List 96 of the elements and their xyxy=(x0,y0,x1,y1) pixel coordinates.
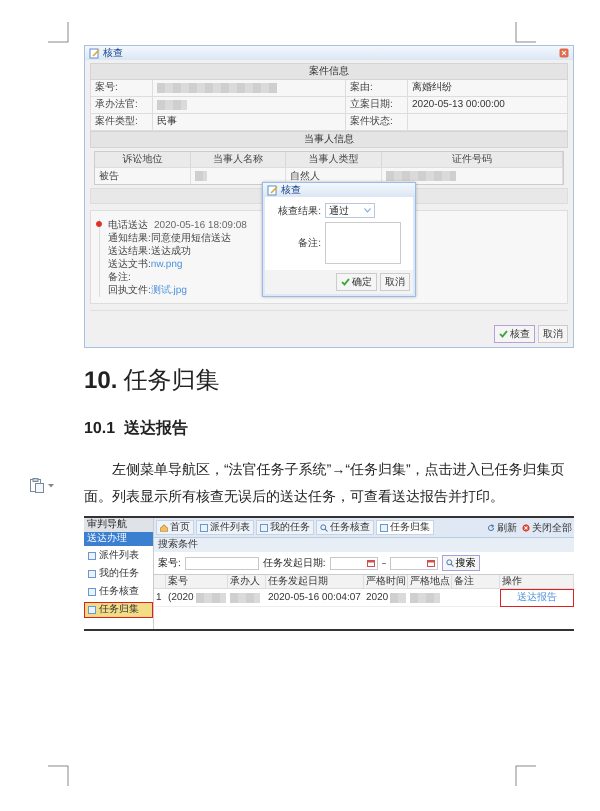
close-icon[interactable] xyxy=(559,48,569,58)
page-icon xyxy=(200,524,208,532)
table-cell-text: 2020 xyxy=(366,590,388,604)
column-header: 严格时间 xyxy=(364,575,408,589)
case-number-field[interactable] xyxy=(184,556,259,570)
field-label: 核查结果: xyxy=(277,204,321,218)
section-header: 当事人信息 xyxy=(90,131,568,148)
dialog-button[interactable]: 取消 xyxy=(380,273,410,291)
note-field[interactable] xyxy=(325,222,401,264)
field-value: 民事 xyxy=(157,114,177,129)
date-field[interactable] xyxy=(330,556,378,570)
column-header: 当事人类型 xyxy=(286,152,382,167)
calendar-icon xyxy=(366,559,375,567)
column-header: 操作 xyxy=(500,575,574,589)
dialog-button[interactable]: 确定 xyxy=(336,273,377,291)
row-number: 1 xyxy=(154,589,166,607)
paste-options-button[interactable] xyxy=(30,478,54,493)
table-cell-text: (2020 xyxy=(168,590,194,604)
caret-icon xyxy=(48,484,54,488)
column-header: 诉讼地位 xyxy=(95,152,190,167)
list-icon xyxy=(88,606,96,614)
list-icon xyxy=(88,588,96,596)
tab[interactable]: 我的任务 xyxy=(256,520,314,535)
section-header: 案件信息 xyxy=(90,63,568,80)
date-field[interactable] xyxy=(390,556,438,570)
window-title: 核查 xyxy=(103,46,123,60)
field-label: 案由: xyxy=(346,80,408,97)
toolbar-button[interactable]: 刷新 xyxy=(487,520,517,534)
chapter-heading: 10. 任务归集 xyxy=(84,366,220,396)
field-label: 立案日期: xyxy=(346,97,408,114)
calendar-icon xyxy=(426,559,435,567)
list-icon xyxy=(88,570,96,578)
sidebar-section[interactable]: 送达办理 xyxy=(84,532,153,546)
status-dot xyxy=(96,221,102,227)
header-cell xyxy=(154,575,166,589)
panel-title: 搜索条件 xyxy=(154,538,574,552)
column-header: 案号 xyxy=(166,575,228,589)
entry-label: 送达文书: xyxy=(108,259,151,270)
close-icon xyxy=(522,524,530,532)
column-header: 严格地点 xyxy=(408,575,452,589)
list-icon xyxy=(88,552,96,560)
dialog-button[interactable]: 取消 xyxy=(538,325,568,343)
column-header: 备注 xyxy=(452,575,500,589)
entry-label: 送达结果: xyxy=(108,246,151,257)
tab[interactable]: 派件列表 xyxy=(196,520,254,535)
search-icon xyxy=(446,559,454,567)
entry-time: 2020-05-16 18:09:08 xyxy=(154,219,247,232)
table-cell-text: 被告 xyxy=(99,170,119,184)
tab[interactable]: 任务归集 xyxy=(376,520,434,535)
crop-mark xyxy=(48,22,69,43)
search-button[interactable]: 搜索 xyxy=(442,555,480,571)
sidebar-item[interactable]: 任务核查 xyxy=(84,584,153,600)
entry-label: 通知结果: xyxy=(108,233,151,244)
entry-value: 送达成功 xyxy=(150,246,191,257)
dialog-button[interactable]: 核查 xyxy=(494,325,535,343)
column-header: 证件号码 xyxy=(382,152,563,167)
paste-icon xyxy=(30,478,44,493)
crop-mark xyxy=(515,22,536,43)
entry-title: 电话送达 xyxy=(108,219,148,232)
section-heading: 10.1 送达报告 xyxy=(84,418,190,439)
sidebar-title: 审判导航 xyxy=(84,518,153,532)
column-header: 任务发起日期 xyxy=(266,575,364,589)
select-field[interactable]: 通过 xyxy=(325,203,375,218)
tab[interactable]: 首页 xyxy=(156,520,194,535)
field-label: 承办法官: xyxy=(91,97,153,114)
sidebar-item[interactable]: 我的任务 xyxy=(84,566,153,582)
entry-label: 回执文件: xyxy=(108,285,151,296)
caret-icon xyxy=(364,208,371,213)
home-icon xyxy=(160,524,168,532)
tab[interactable]: 任务核查 xyxy=(316,520,374,535)
window-title: 核查 xyxy=(281,184,301,197)
field-value: 离婚纠纷 xyxy=(412,80,452,95)
sidebar-item[interactable]: 任务归集 xyxy=(84,602,153,618)
column-header: 当事人名称 xyxy=(190,152,286,167)
page-icon xyxy=(260,524,268,532)
entry-label: 备注: xyxy=(108,272,131,283)
table-cell-text: 自然人 xyxy=(290,170,320,184)
crop-mark xyxy=(515,765,536,786)
refresh-icon xyxy=(487,524,495,532)
sidebar-item[interactable]: 派件列表 xyxy=(84,548,153,564)
field-label: 案号: xyxy=(158,556,181,570)
field-label: 案号: xyxy=(91,80,153,97)
page-icon xyxy=(380,524,388,532)
field-label: 任务发起日期: xyxy=(262,556,326,570)
toolbar-button[interactable]: 关闭全部 xyxy=(522,520,572,534)
check-icon xyxy=(341,278,350,286)
column-header: 承办人 xyxy=(228,575,266,589)
field-value: 2020-05-13 00:00:00 xyxy=(412,98,505,112)
entry-value: 同意使用短信送达 xyxy=(150,233,231,244)
check-icon xyxy=(499,330,508,338)
crop-mark xyxy=(48,765,69,786)
field-label: 备注: xyxy=(297,236,321,250)
note-icon xyxy=(89,48,100,58)
table-cell-text: 2020-05-16 00:04:07 xyxy=(268,590,361,604)
search-icon xyxy=(320,524,328,532)
body-paragraph: 左侧菜单导航区，“法官任务子系统”→“任务归集”，点击进入已任务归集页面。列表显示所有核查无误后的送达任务，可查看送达报告并打印。 xyxy=(84,460,566,506)
